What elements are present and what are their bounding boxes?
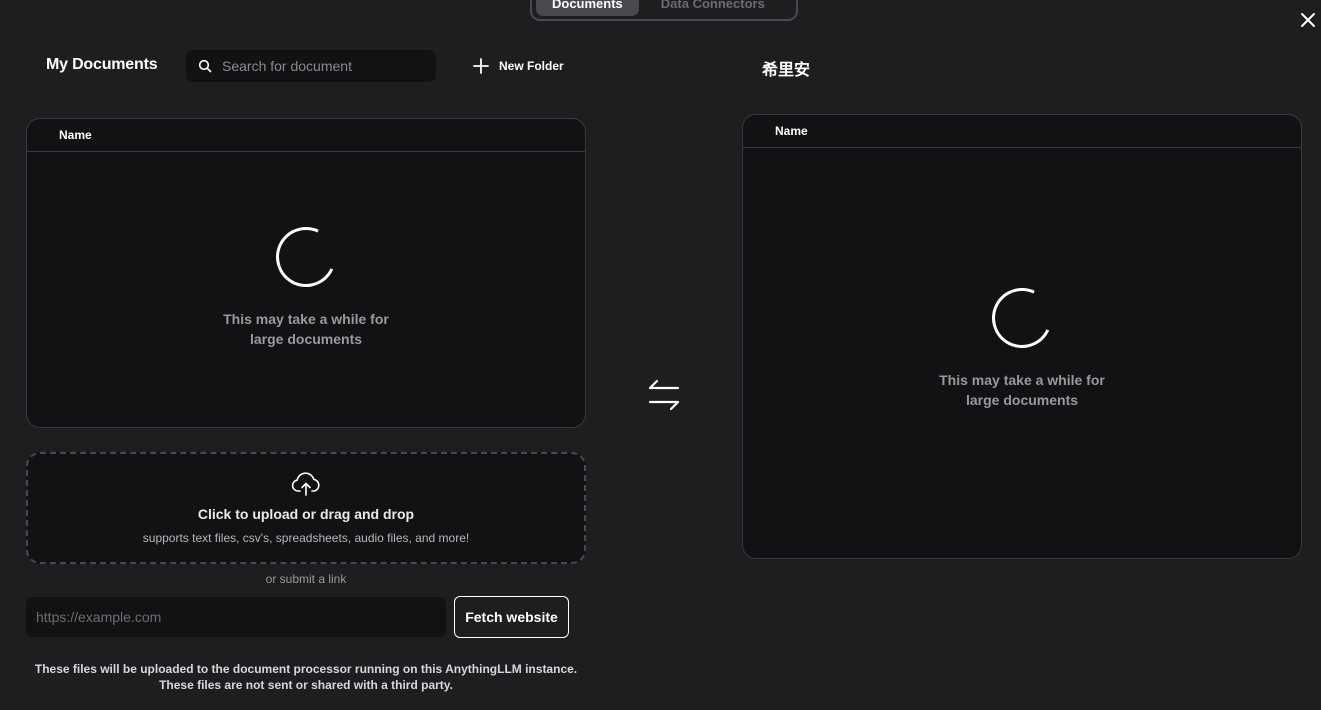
new-folder-label: New Folder bbox=[499, 59, 564, 73]
column-header-name: Name bbox=[743, 115, 1301, 148]
loading-message-line2: large documents bbox=[249, 331, 363, 347]
upload-dropzone[interactable]: Click to upload or drag and drop support… bbox=[26, 452, 586, 564]
workspace-title: 希里安 bbox=[762, 62, 811, 79]
fetch-website-button[interactable]: Fetch website bbox=[454, 596, 569, 638]
my-documents-panel: Name This may take a while for large doc… bbox=[26, 118, 586, 428]
close-icon bbox=[1301, 13, 1315, 27]
loading-spinner-icon bbox=[983, 279, 1061, 357]
tab-switcher: Documents Data Connectors bbox=[530, 0, 798, 21]
upload-subtitle: supports text files, csv's, spreadsheets… bbox=[142, 531, 470, 545]
loading-indicator: This may take a while for large document… bbox=[27, 218, 585, 349]
tab-documents[interactable]: Documents bbox=[536, 0, 639, 16]
my-documents-title: My Documents bbox=[46, 56, 158, 73]
swap-arrows-icon bbox=[648, 379, 680, 411]
url-input[interactable] bbox=[26, 597, 446, 637]
tab-data-connectors[interactable]: Data Connectors bbox=[645, 0, 781, 16]
move-documents-button[interactable] bbox=[646, 378, 682, 412]
loading-message: This may take a while for large document… bbox=[216, 309, 396, 349]
disclaimer-line1: These files will be uploaded to the docu… bbox=[34, 662, 578, 676]
search-input[interactable] bbox=[222, 58, 422, 74]
loading-indicator: This may take a while for large document… bbox=[743, 279, 1301, 410]
column-header-name: Name bbox=[27, 119, 585, 152]
document-search bbox=[186, 50, 436, 82]
search-icon bbox=[198, 59, 212, 73]
disclaimer-line2: These files are not sent or shared with … bbox=[159, 678, 453, 692]
loading-message-line1: This may take a while for bbox=[939, 372, 1105, 388]
loading-spinner-icon bbox=[267, 218, 345, 296]
upload-title: Click to upload or drag and drop bbox=[197, 506, 415, 522]
or-submit-link-label: or submit a link bbox=[265, 572, 347, 586]
close-button[interactable] bbox=[1298, 10, 1318, 30]
loading-message-line2: large documents bbox=[965, 392, 1079, 408]
document-manager-modal: Documents Data Connectors My Documents N… bbox=[0, 0, 1321, 710]
workspace-documents-panel: Name This may take a while for large doc… bbox=[742, 114, 1302, 559]
plus-icon bbox=[473, 58, 489, 74]
loading-message-line1: This may take a while for bbox=[223, 311, 389, 327]
cloud-upload-icon bbox=[291, 472, 320, 496]
loading-message: This may take a while for large document… bbox=[932, 370, 1112, 410]
new-folder-button[interactable]: New Folder bbox=[472, 55, 564, 77]
upload-disclaimer: These files will be uploaded to the docu… bbox=[26, 661, 586, 693]
